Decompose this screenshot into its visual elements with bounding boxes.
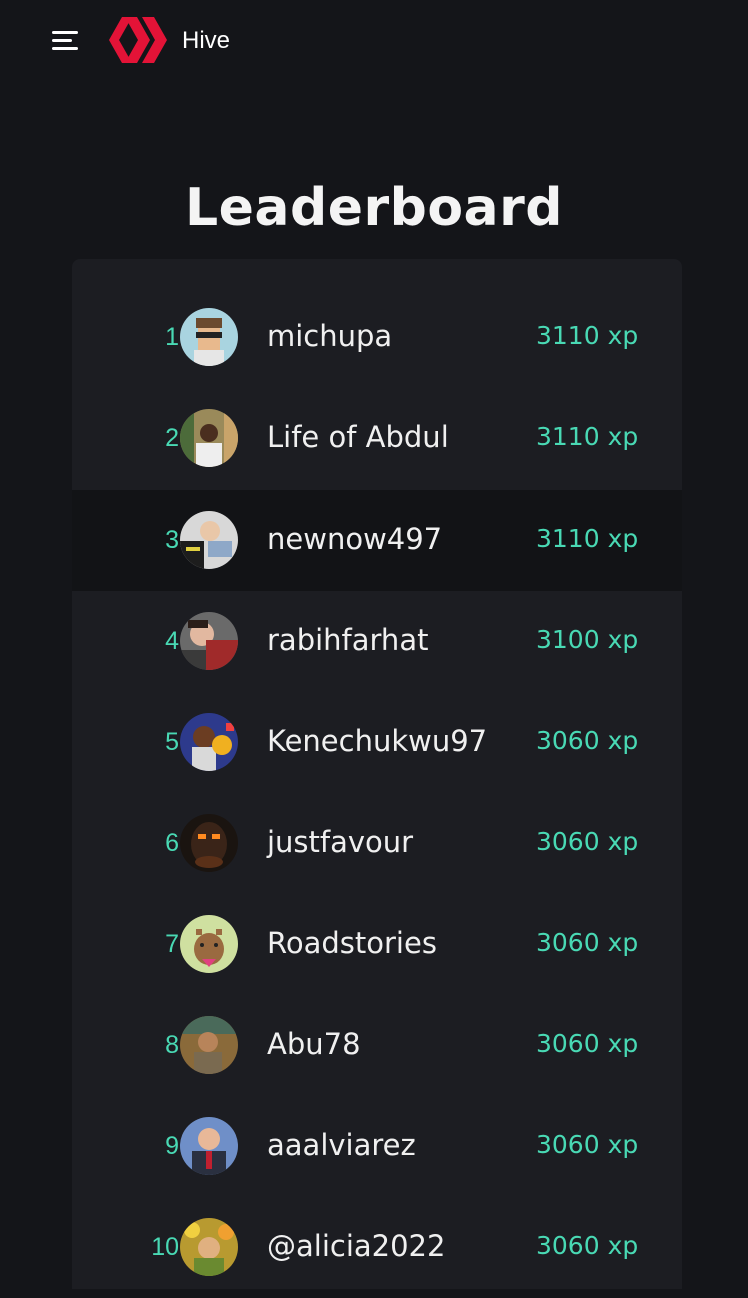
- leaderboard-row[interactable]: 7 Roadstories 3060 xp: [72, 894, 682, 995]
- username: aaalviarez: [267, 1128, 416, 1162]
- xp-value: 3110 xp: [536, 321, 639, 350]
- xp-value: 3100 xp: [536, 625, 639, 654]
- username: Kenechukwu97: [267, 724, 488, 758]
- avatar: [180, 1117, 238, 1175]
- hamburger-menu-icon[interactable]: [52, 28, 80, 54]
- leaderboard-row[interactable]: 10 @alicia2022 3060 xp: [72, 1197, 682, 1298]
- username: Life of Abdul: [267, 420, 449, 454]
- avatar: [180, 1218, 238, 1276]
- username: Abu78: [267, 1027, 361, 1061]
- avatar: [180, 814, 238, 872]
- leaderboard-row[interactable]: 9 aaalviarez 3060 xp: [72, 1096, 682, 1197]
- username: newnow497: [267, 522, 443, 556]
- avatar: [180, 713, 238, 771]
- leaderboard-row[interactable]: 4 rabihfarhat 3100 xp: [72, 591, 682, 692]
- username: Roadstories: [267, 926, 437, 960]
- xp-value: 3060 xp: [536, 726, 639, 755]
- hive-logo-icon[interactable]: [109, 15, 167, 65]
- avatar: [180, 612, 238, 670]
- leaderboard-row[interactable]: 2 Life of Abdul 3110 xp: [72, 388, 682, 489]
- username: justfavour: [267, 825, 414, 859]
- avatar: [180, 511, 238, 569]
- xp-value: 3060 xp: [536, 827, 639, 856]
- brand-name[interactable]: Hive: [182, 27, 230, 55]
- username: michupa: [267, 319, 393, 353]
- leaderboard-row[interactable]: 8 Abu78 3060 xp: [72, 995, 682, 1096]
- leaderboard-row-current-user[interactable]: 3 newnow497 3110 xp: [72, 490, 682, 591]
- xp-value: 3060 xp: [536, 928, 639, 957]
- xp-value: 3110 xp: [536, 524, 639, 553]
- xp-value: 3060 xp: [536, 1029, 639, 1058]
- avatar: [180, 409, 238, 467]
- username: rabihfarhat: [267, 623, 429, 657]
- top-bar: Hive: [0, 0, 748, 84]
- page-title: Leaderboard: [184, 178, 564, 238]
- xp-value: 3060 xp: [536, 1231, 639, 1260]
- leaderboard-row[interactable]: 6 justfavour 3060 xp: [72, 793, 682, 894]
- username: @alicia2022: [267, 1229, 446, 1263]
- xp-value: 3060 xp: [536, 1130, 639, 1159]
- avatar: [180, 1016, 238, 1074]
- avatar: [180, 915, 238, 973]
- avatar: [180, 308, 238, 366]
- xp-value: 3110 xp: [536, 422, 639, 451]
- leaderboard-row[interactable]: 5 Kenechukwu97 3060 xp: [72, 692, 682, 793]
- leaderboard-row[interactable]: 1 michupa 3110 xp: [72, 287, 682, 388]
